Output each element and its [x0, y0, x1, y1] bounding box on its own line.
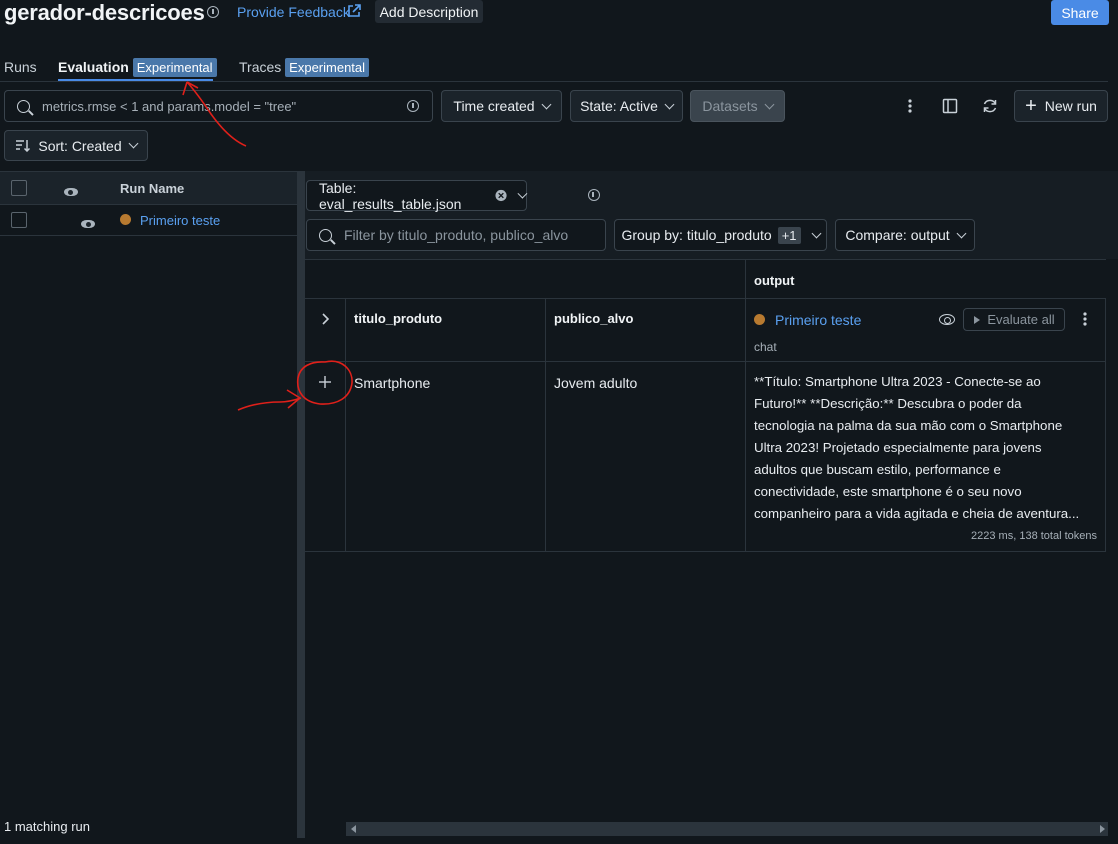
red-annotation-overlay	[182, 81, 353, 411]
